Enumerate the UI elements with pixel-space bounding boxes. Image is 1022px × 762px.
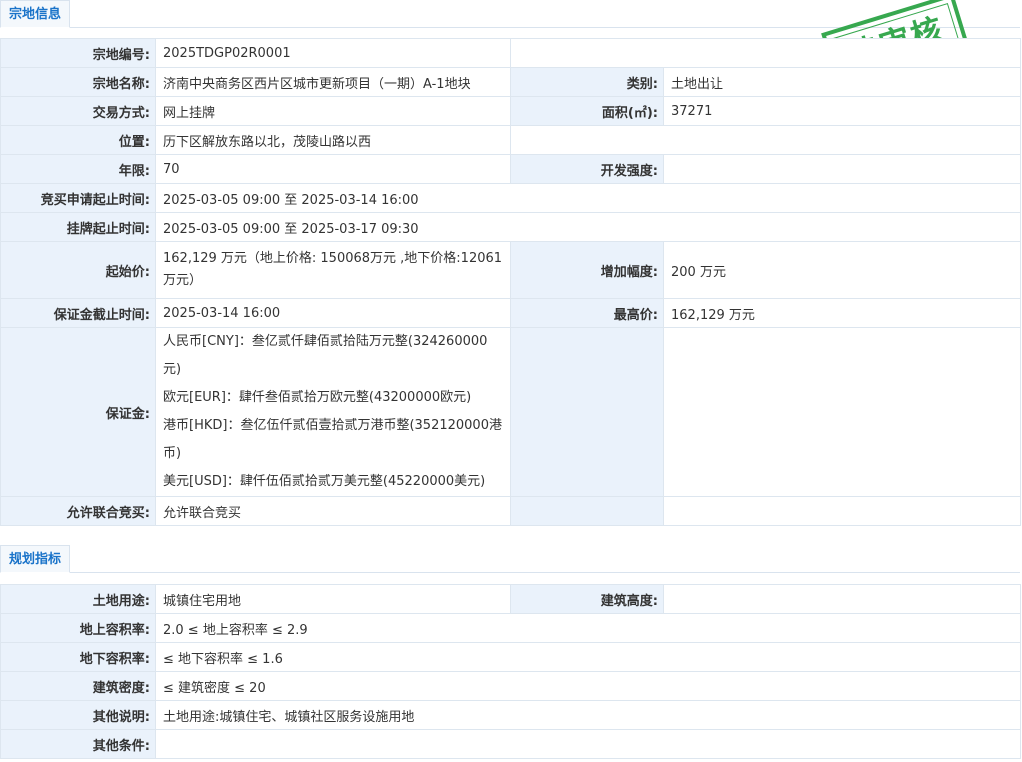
- table-row: 年限: 70 开发强度:: [0, 154, 1021, 184]
- deposit-label: 保证金:: [0, 327, 156, 497]
- table-row: 建筑密度: ≤ 建筑密度 ≤ 20: [0, 671, 1021, 701]
- joint-bid-value: 允许联合竞买: [155, 496, 511, 526]
- building-height-label: 建筑高度:: [510, 584, 664, 614]
- table-row: 宗地名称: 济南中央商务区西片区城市更新项目（一期）A-1地块 类别: 土地出让: [0, 67, 1021, 97]
- development-intensity-label: 开发强度:: [510, 154, 664, 184]
- start-price-value: 162,129 万元（地上价格: 150068万元 ,地下价格:12061万元）: [155, 241, 511, 299]
- listing-period-label: 挂牌起止时间:: [0, 212, 156, 242]
- area-value: 37271: [663, 96, 1021, 126]
- building-height-value: [663, 584, 1021, 614]
- other-conditions-value: [155, 729, 1021, 759]
- transaction-method-label: 交易方式:: [0, 96, 156, 126]
- category-value: 土地出让: [663, 67, 1021, 97]
- table-row: 允许联合竞买: 允许联合竞买: [0, 496, 1021, 526]
- joint-bid-label: 允许联合竞买:: [0, 496, 156, 526]
- table-row: 地下容积率: ≤ 地下容积率 ≤ 1.6: [0, 642, 1021, 672]
- table-row: 交易方式: 网上挂牌 面积(㎡): 37271: [0, 96, 1021, 126]
- far-above-value: 2.0 ≤ 地上容积率 ≤ 2.9: [155, 613, 1021, 643]
- deposit-eur: 欧元[EUR]：肆仟叁佰贰拾万欧元整(43200000欧元): [163, 390, 472, 405]
- term-label: 年限:: [0, 154, 156, 184]
- parcel-name-value: 济南中央商务区西片区城市更新项目（一期）A-1地块: [155, 67, 511, 97]
- parcel-code-value: 2025TDGP02R0001: [155, 38, 511, 68]
- parcel-code-label: 宗地编号:: [0, 38, 156, 68]
- increment-label: 增加幅度:: [510, 241, 664, 299]
- empty-cell: [510, 125, 1021, 155]
- location-label: 位置:: [0, 125, 156, 155]
- building-density-label: 建筑密度:: [0, 671, 156, 701]
- land-use-label: 土地用途:: [0, 584, 156, 614]
- deposit-cny: 人民币[CNY]：叁亿贰仟肆佰贰拾陆万元整(324260000元): [163, 334, 488, 377]
- table-row: 竞买申请起止时间: 2025-03-05 09:00 至 2025-03-14 …: [0, 183, 1021, 213]
- parcel-info-table: 宗地编号: 2025TDGP02R0001 宗地名称: 济南中央商务区西片区城市…: [0, 38, 1021, 526]
- parcel-info-tab[interactable]: 宗地信息: [0, 0, 71, 28]
- deposit-deadline-label: 保证金截止时间:: [0, 298, 156, 328]
- apply-period-label: 竞买申请起止时间:: [0, 183, 156, 213]
- location-value: 历下区解放东路以北，茂陵山路以西: [155, 125, 511, 155]
- empty-label-cell: [510, 327, 664, 497]
- table-row: 地上容积率: 2.0 ≤ 地上容积率 ≤ 2.9: [0, 613, 1021, 643]
- table-row: 挂牌起止时间: 2025-03-05 09:00 至 2025-03-17 09…: [0, 212, 1021, 242]
- table-row: 位置: 历下区解放东路以北，茂陵山路以西: [0, 125, 1021, 155]
- max-price-label: 最高价:: [510, 298, 664, 328]
- parcel-name-label: 宗地名称:: [0, 67, 156, 97]
- table-row: 起始价: 162,129 万元（地上价格: 150068万元 ,地下价格:120…: [0, 241, 1021, 299]
- table-row: 其他条件:: [0, 729, 1021, 759]
- other-notes-label: 其他说明:: [0, 700, 156, 730]
- planning-tab[interactable]: 规划指标: [0, 545, 71, 573]
- land-use-value: 城镇住宅用地: [155, 584, 511, 614]
- deposit-value: 人民币[CNY]：叁亿贰仟肆佰贰拾陆万元整(324260000元) 欧元[EUR…: [155, 327, 511, 497]
- empty-cell: [510, 38, 1021, 68]
- deposit-deadline-value: 2025-03-14 16:00: [155, 298, 511, 328]
- empty-cell: [663, 327, 1021, 497]
- increment-value: 200 万元: [663, 241, 1021, 299]
- table-row: 其他说明: 土地用途:城镇住宅、城镇社区服务设施用地: [0, 700, 1021, 730]
- term-value: 70: [155, 154, 511, 184]
- building-density-value: ≤ 建筑密度 ≤ 20: [155, 671, 1021, 701]
- area-label: 面积(㎡):: [510, 96, 664, 126]
- table-row: 保证金: 人民币[CNY]：叁亿贰仟肆佰贰拾陆万元整(324260000元) 欧…: [0, 327, 1021, 497]
- transaction-method-value: 网上挂牌: [155, 96, 511, 126]
- max-price-value: 162,129 万元: [663, 298, 1021, 328]
- far-below-value: ≤ 地下容积率 ≤ 1.6: [155, 642, 1021, 672]
- other-conditions-label: 其他条件:: [0, 729, 156, 759]
- far-below-label: 地下容积率:: [0, 642, 156, 672]
- start-price-label: 起始价:: [0, 241, 156, 299]
- development-intensity-value: [663, 154, 1021, 184]
- planning-table: 土地用途: 城镇住宅用地 建筑高度: 地上容积率: 2.0 ≤ 地上容积率 ≤ …: [0, 584, 1021, 759]
- deposit-hkd: 港币[HKD]：叁亿伍仟贰佰壹拾贰万港币整(352120000港币): [163, 418, 502, 461]
- deposit-usd: 美元[USD]：肆仟伍佰贰拾贰万美元整(45220000美元): [163, 474, 486, 489]
- other-notes-value: 土地用途:城镇住宅、城镇社区服务设施用地: [155, 700, 1021, 730]
- table-row: 宗地编号: 2025TDGP02R0001: [0, 38, 1021, 68]
- listing-period-value: 2025-03-05 09:00 至 2025-03-17 09:30: [155, 212, 1021, 242]
- apply-period-value: 2025-03-05 09:00 至 2025-03-14 16:00: [155, 183, 1021, 213]
- category-label: 类别:: [510, 67, 664, 97]
- table-row: 土地用途: 城镇住宅用地 建筑高度:: [0, 584, 1021, 614]
- planning-section-header: 规划指标: [0, 545, 1020, 573]
- far-above-label: 地上容积率:: [0, 613, 156, 643]
- empty-cell: [663, 496, 1021, 526]
- table-row: 保证金截止时间: 2025-03-14 16:00 最高价: 162,129 万…: [0, 298, 1021, 328]
- empty-label-cell: [510, 496, 664, 526]
